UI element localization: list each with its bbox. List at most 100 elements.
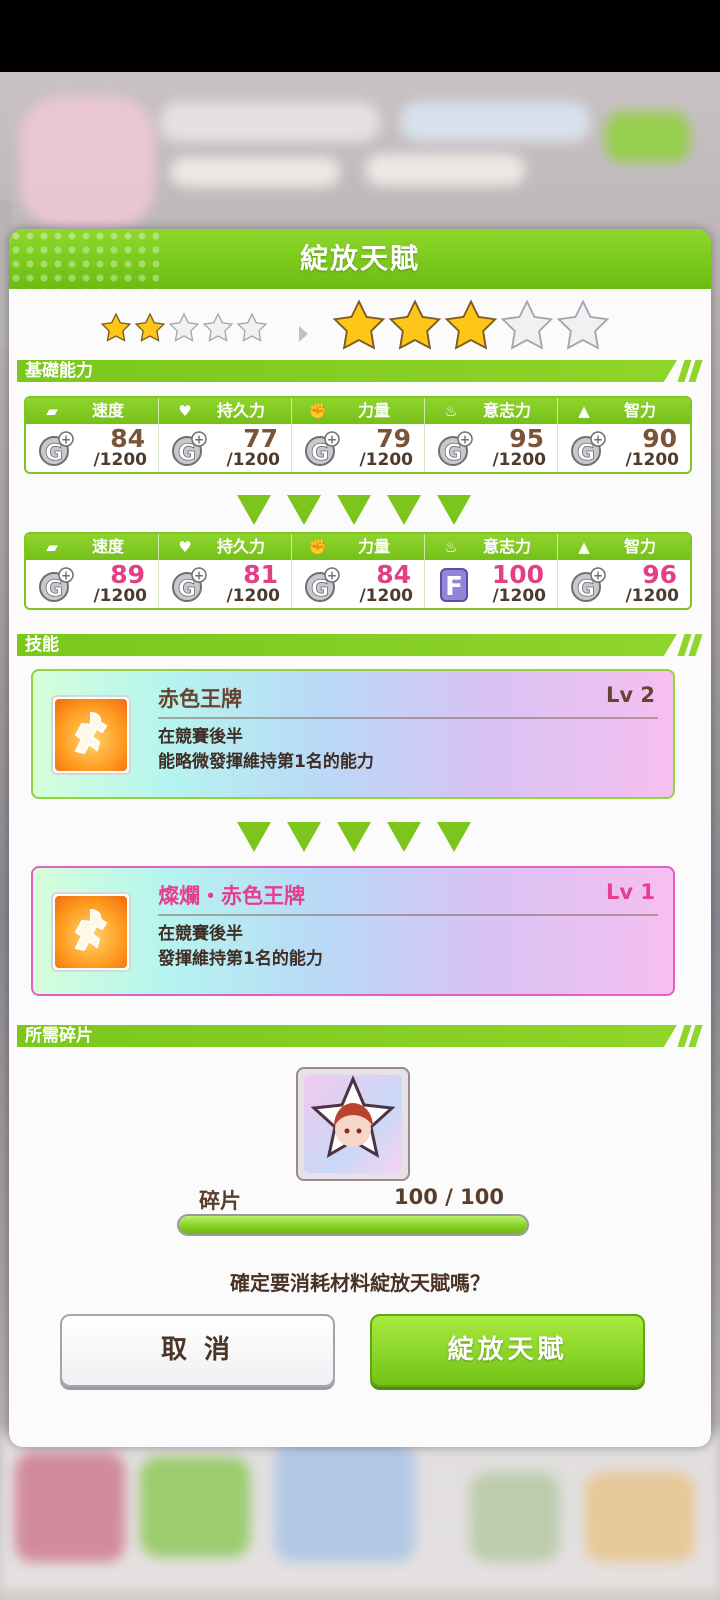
skill-level: Lv 2	[606, 683, 655, 707]
stat-value: 79	[376, 424, 411, 453]
star-rating-row	[9, 299, 711, 364]
star-empty-icon	[236, 312, 268, 342]
stat-max: /1200	[93, 450, 147, 470]
stat-cell-4: ▲ 智力 G + 90/1200	[558, 398, 690, 472]
star-empty-icon	[168, 312, 200, 342]
section-label: 技能	[25, 635, 59, 655]
skill-name: 赤色王牌	[158, 687, 242, 711]
rank-g-plus-icon: G +	[38, 430, 74, 468]
stat-name: 意志力	[482, 537, 531, 556]
running-horse-skill-icon	[51, 695, 131, 775]
pieces-count: 100 / 100	[394, 1185, 504, 1209]
stat-name: 力量	[357, 401, 390, 420]
cancel-button[interactable]: 取 消	[60, 1314, 335, 1387]
stat-value: 77	[243, 424, 278, 453]
down-arrows	[9, 822, 711, 856]
stat-max: /1200	[226, 450, 280, 470]
stat-value: 89	[110, 560, 145, 589]
graduation-cap-icon: ▲	[578, 402, 590, 420]
down-arrows	[9, 495, 711, 529]
stat-name: 智力	[623, 401, 656, 420]
pieces-progress-bar	[177, 1214, 529, 1236]
stat-value: 84	[376, 560, 411, 589]
status-bar	[0, 0, 720, 72]
stat-name: 持久力	[216, 401, 265, 420]
confirm-text: 確定要消耗材料綻放天賦嗎？	[230, 1271, 490, 1295]
rank-g-plus-icon: G +	[570, 430, 606, 468]
rank-g-plus-icon: G +	[171, 566, 207, 604]
star-empty-icon	[202, 312, 234, 342]
stat-max: /1200	[359, 450, 413, 470]
skill-card-before[interactable]: 赤色王牌 Lv 2 在競賽後半 能略微發揮維持第1名的能力	[31, 669, 675, 799]
stat-max: /1200	[625, 450, 679, 470]
muscle-icon: ✊	[308, 538, 328, 556]
stat-name: 持久力	[216, 537, 265, 556]
stat-name: 意志力	[482, 401, 531, 420]
heart-icon: ♥	[178, 538, 192, 556]
flame-icon: ♨	[444, 402, 458, 420]
skill-name: 燦爛・赤色王牌	[158, 884, 305, 908]
rank-g-plus-icon: G +	[304, 430, 340, 468]
svg-text:+: +	[327, 569, 337, 583]
stats-after-panel: ▰ 速度 G + 89/1200 ♥ 持久力 G + 81/1200 ✊ 力量 G + 84/1200 ♨ 意志…	[24, 532, 692, 610]
stat-name: 力量	[357, 537, 390, 556]
stat-cell-3: ♨ 意志力 F 100/1200	[425, 534, 558, 608]
star-filled-icon	[388, 299, 442, 350]
svg-text:+: +	[194, 569, 204, 583]
star-empty-icon	[500, 299, 554, 350]
section-label: 基礎能力	[25, 361, 93, 381]
running-horse-skill-icon	[51, 892, 131, 972]
stat-value: 84	[110, 424, 145, 453]
stat-value: 95	[509, 424, 544, 453]
svg-text:+: +	[61, 569, 71, 583]
stat-max: /1200	[492, 586, 546, 606]
star-filled-icon	[444, 299, 498, 350]
muscle-icon: ✊	[308, 402, 328, 420]
stat-max: /1200	[359, 586, 413, 606]
skill-level: Lv 1	[606, 880, 655, 904]
svg-text:F: F	[445, 572, 463, 602]
graduation-cap-icon: ▲	[578, 538, 590, 556]
stat-max: /1200	[492, 450, 546, 470]
shoe-icon: ▰	[46, 402, 58, 420]
bloom-talent-button[interactable]: 綻放天賦	[370, 1314, 645, 1387]
skill-description: 在競賽後半 能略微發揮維持第1名的能力	[158, 727, 374, 772]
stat-value: 96	[642, 560, 677, 589]
bloom-talent-dialog: 綻放天賦 基礎能力 ▰ 速度 G + 84/1200 ♥ 持久力 G + 77/1200 ✊ 力量 G +…	[9, 229, 711, 1447]
stat-cell-0: ▰ 速度 G + 89/1200	[26, 534, 159, 608]
section-header-pieces: 所需碎片	[17, 1025, 703, 1047]
stat-cell-0: ▰ 速度 G + 84/1200	[26, 398, 159, 472]
stat-value: 90	[642, 424, 677, 453]
character-portrait-icon	[310, 1075, 396, 1159]
stat-cell-4: ▲ 智力 G + 96/1200	[558, 534, 690, 608]
svg-text:+: +	[194, 433, 204, 447]
rank-g-plus-icon: G +	[38, 566, 74, 604]
rank-g-plus-icon: G +	[570, 566, 606, 604]
character-piece-item[interactable]	[296, 1067, 410, 1181]
stat-name: 速度	[91, 401, 124, 420]
star-empty-icon	[556, 299, 610, 350]
star-filled-icon	[100, 312, 132, 342]
section-header-skill: 技能	[17, 634, 703, 656]
skill-card-after[interactable]: 燦爛・赤色王牌 Lv 1 在競賽後半 發揮維持第1名的能力	[31, 866, 675, 996]
star-filled-icon	[134, 312, 166, 342]
svg-text:+: +	[327, 433, 337, 447]
stat-max: /1200	[625, 586, 679, 606]
stat-max: /1200	[226, 586, 280, 606]
dialog-title: 綻放天賦	[299, 242, 420, 275]
section-header-base: 基礎能力	[17, 360, 703, 382]
flame-icon: ♨	[444, 538, 458, 556]
rank-g-plus-icon: G +	[437, 430, 473, 468]
stat-max: /1200	[93, 586, 147, 606]
star-filled-icon	[332, 299, 386, 350]
svg-text:+: +	[593, 433, 603, 447]
svg-text:+: +	[593, 569, 603, 583]
rank-g-plus-icon: G +	[304, 566, 340, 604]
heart-icon: ♥	[178, 402, 192, 420]
stat-name: 速度	[91, 537, 124, 556]
pieces-label: 碎片	[199, 1189, 241, 1213]
svg-text:+: +	[460, 433, 470, 447]
dialog-header: 綻放天賦	[9, 229, 711, 289]
stat-cell-1: ♥ 持久力 G + 81/1200	[159, 534, 292, 608]
rank-f-icon: F	[437, 566, 473, 604]
